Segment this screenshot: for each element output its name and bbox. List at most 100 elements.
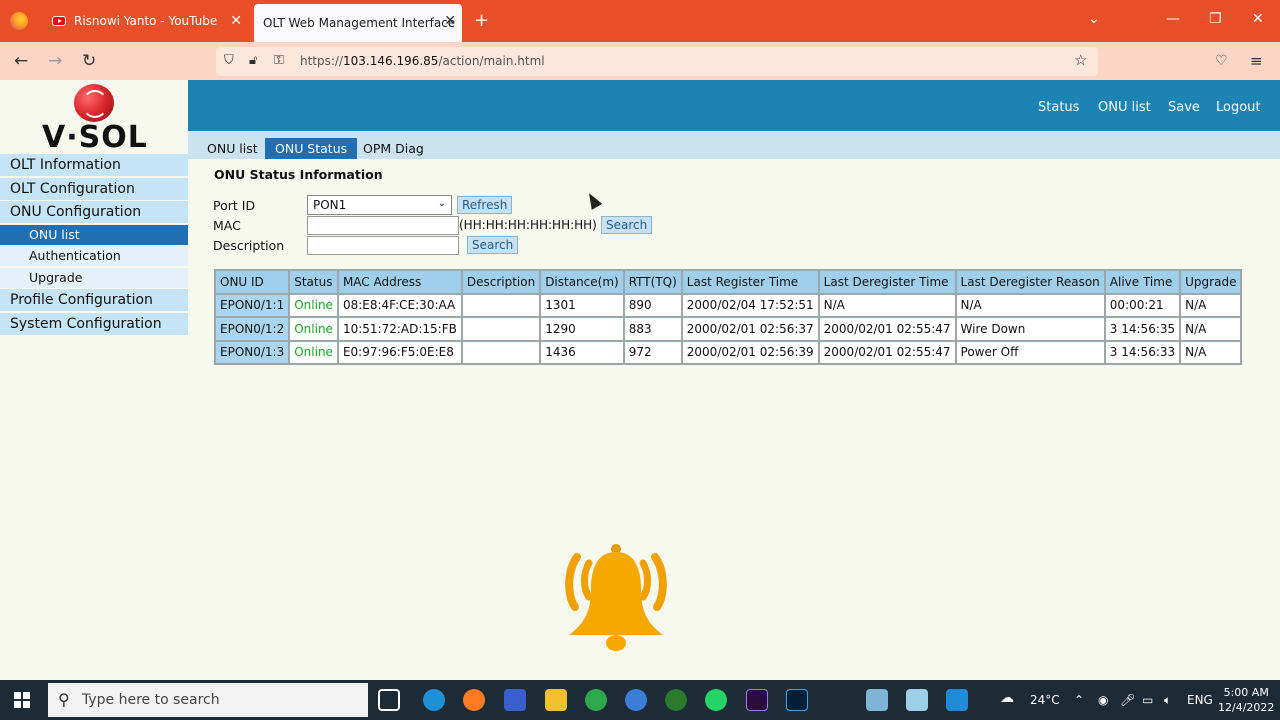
windows-start-icon[interactable] (14, 692, 30, 708)
table-cell: 00:00:21 (1103, 292, 1182, 318)
table-cell (460, 339, 542, 365)
refresh-button[interactable]: Refresh (457, 196, 513, 214)
sub-tab-bar: ONU list ONU Status OPM Diag (188, 131, 1280, 159)
taskbar-search[interactable]: ⚲ Type here to search (48, 683, 368, 717)
close-tab-icon[interactable]: ✕ (444, 13, 456, 29)
tab-list-icon[interactable]: ⌄ (1088, 11, 1100, 27)
table-row[interactable]: EPON0/1:1 Online 08:E8:4F:CE:30:AA 1301 890 2… (213, 292, 1243, 318)
pocket-icon[interactable]: ♡ (1215, 53, 1228, 69)
chrome-icon[interactable] (585, 689, 607, 711)
url-bar[interactable]: ⛉ 🔓︎ ⚿ https://103.146.196.85/action/mai… (216, 47, 1098, 76)
firefox-taskbar-icon[interactable] (463, 689, 485, 711)
header-link-onu-list[interactable]: ONU list (1098, 100, 1151, 115)
app-icon[interactable] (504, 689, 526, 711)
header-link-status[interactable]: Status (1038, 100, 1079, 115)
sidebar-item-upgrade[interactable]: Upgrade (0, 267, 188, 288)
table-cell: 2000/02/01 02:55:47 (817, 339, 957, 365)
tray-app-icon[interactable]: ◉ (1098, 693, 1108, 707)
column-header: Upgrade (1179, 269, 1243, 295)
app-icon[interactable] (665, 689, 687, 711)
photoshop-icon[interactable] (786, 689, 808, 711)
description-input[interactable] (307, 236, 459, 255)
table-cell: 1436 (539, 339, 625, 365)
column-header: Last Register Time (680, 269, 820, 295)
tray-chevron-icon[interactable]: ⌃ (1074, 693, 1084, 707)
table-cell: 3 14:56:33 (1103, 339, 1182, 365)
table-cell: 2000/02/01 02:56:37 (680, 316, 820, 342)
sidebar-item-olt-information[interactable]: OLT Information (0, 154, 188, 176)
sidebar-item-onu-list[interactable]: ONU list (0, 224, 188, 245)
logo-text: V·SOL (42, 120, 148, 155)
sidebar-item-onu-configuration[interactable]: ONU Configuration (0, 201, 188, 223)
tab-title: OLT Web Management Interface (263, 16, 456, 30)
header-link-save[interactable]: Save (1168, 100, 1200, 115)
table-cell: 1301 (539, 292, 625, 318)
clock-time: 5:00 AM (1223, 686, 1269, 699)
table-cell: N/A (1179, 292, 1243, 318)
sidebar-item-olt-configuration[interactable]: OLT Configuration (0, 177, 188, 200)
maximize-icon[interactable]: ❐ (1209, 11, 1222, 27)
app-icon[interactable] (866, 689, 888, 711)
app-icon[interactable] (946, 689, 968, 711)
menu-icon[interactable]: ≡ (1250, 52, 1263, 70)
top-header: Status ONU list Save Logout (188, 80, 1280, 131)
description-search-button[interactable]: Search (467, 236, 519, 254)
premiere-icon[interactable] (746, 689, 768, 711)
table-cell: 08:E8:4F:CE:30:AA (336, 292, 463, 318)
url-text[interactable]: https://103.146.196.85/action/main.html (300, 54, 545, 68)
lock-icon[interactable]: 🔓︎ (249, 53, 257, 68)
weather-icon[interactable]: ☁ (1000, 690, 1014, 706)
volume-icon[interactable]: 🔈︎ (1164, 693, 1171, 708)
sidebar-item-profile-configuration[interactable]: Profile Configuration (0, 289, 188, 311)
reload-icon[interactable]: ↻ (82, 51, 96, 71)
network-icon[interactable]: ▭ (1142, 693, 1153, 707)
edge-icon[interactable] (423, 689, 445, 711)
search-placeholder: Type here to search (82, 692, 220, 708)
column-header: Distance(m) (539, 269, 625, 295)
table-cell: N/A (817, 292, 957, 318)
language-indicator[interactable]: ENG (1187, 693, 1213, 707)
sidebar-item-system-configuration[interactable]: System Configuration (0, 312, 188, 335)
firefox-icon[interactable] (10, 12, 28, 30)
app-icon[interactable] (625, 689, 647, 711)
table-cell (460, 292, 542, 318)
tab-opm-diag[interactable]: OPM Diag (353, 138, 434, 159)
task-view-icon[interactable] (378, 689, 400, 711)
mac-input[interactable] (307, 216, 459, 235)
shield-icon[interactable]: ⛉ (224, 53, 234, 68)
file-explorer-icon[interactable] (545, 689, 567, 711)
sidebar-item-authentication[interactable]: Authentication (0, 246, 188, 266)
navigation-bar: ← → ↻ ⛉ 🔓︎ ⚿ https://103.146.196.85/acti… (0, 42, 1280, 80)
table-row[interactable]: EPON0/1:3 Online E0:97:96:F5:0E:E8 1436 972 2… (213, 339, 1243, 365)
table-cell (460, 316, 542, 342)
tab-onu-list[interactable]: ONU list (197, 138, 268, 159)
temperature[interactable]: 24°C (1030, 693, 1060, 707)
forward-icon[interactable]: → (48, 51, 62, 71)
onu-status-table: ONU ID Status MAC Address Description Distan… (213, 269, 1243, 365)
table-body: EPON0/1:1 Online 08:E8:4F:CE:30:AA 1301 890 2… (213, 292, 1243, 365)
table-cell: 3 14:56:35 (1103, 316, 1182, 342)
microphone-icon[interactable]: 🎤︎ (1120, 693, 1135, 707)
new-tab-icon[interactable]: + (474, 10, 489, 31)
table-row[interactable]: EPON0/1:2 Online 10:51:72:AD:15:FB 1290 883 2… (213, 316, 1243, 342)
clock[interactable]: 5:00 AM 12/4/2022 (1218, 685, 1274, 715)
key-icon[interactable]: ⚿ (274, 53, 284, 68)
whatsapp-icon[interactable] (705, 689, 727, 711)
mac-search-button[interactable]: Search (601, 216, 653, 234)
minimize-icon[interactable]: — (1166, 11, 1180, 27)
bookmark-star-icon[interactable]: ☆ (1074, 51, 1087, 69)
tab-youtube[interactable]: Risnowi Yanto - YouTube ✕ (42, 0, 248, 42)
back-icon[interactable]: ← (14, 51, 28, 71)
app-icon[interactable] (906, 689, 928, 711)
close-window-icon[interactable]: ✕ (1252, 11, 1264, 27)
header-link-logout[interactable]: Logout (1216, 100, 1261, 115)
tab-olt[interactable]: OLT Web Management Interface ✕ (254, 4, 462, 42)
close-tab-icon[interactable]: ✕ (230, 13, 242, 29)
column-header: Last Deregister Time (817, 269, 957, 295)
table-cell: N/A (1179, 339, 1243, 365)
tab-title: Risnowi Yanto - YouTube (74, 14, 218, 28)
tab-onu-status[interactable]: ONU Status (265, 138, 358, 159)
vsol-logo: V·SOL (0, 80, 188, 155)
port-id-select[interactable]: PON1 ⌄ (307, 195, 452, 215)
main-content: ONU Status Information Port ID PON1 ⌄ Re… (188, 159, 1280, 680)
